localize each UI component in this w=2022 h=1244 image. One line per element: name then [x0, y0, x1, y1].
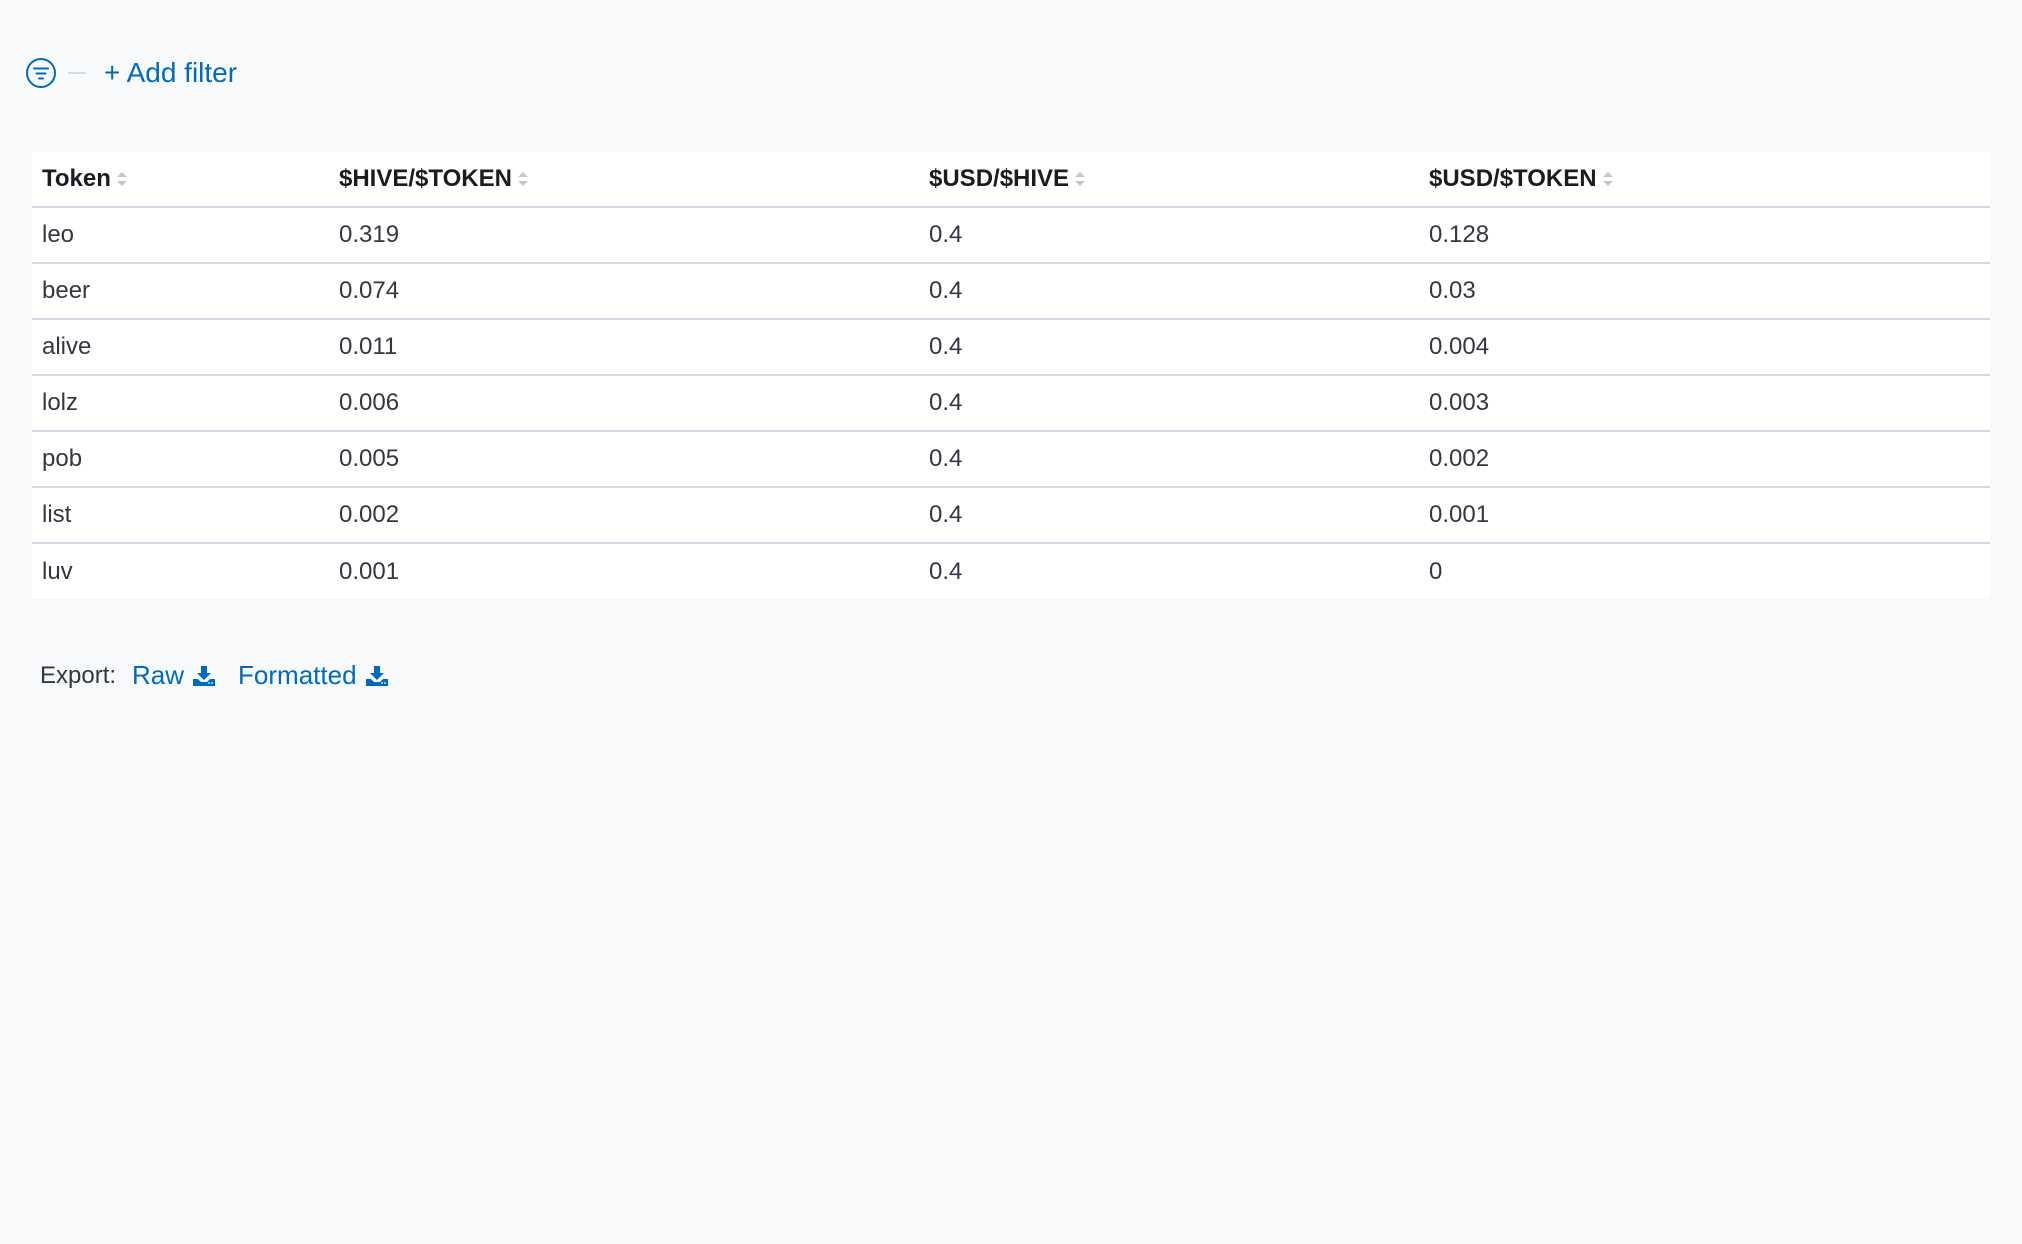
table-cell: 0.4 [919, 375, 1419, 432]
table-cell: alive [32, 319, 329, 376]
column-header-usd-token[interactable]: $USD/$TOKEN [1419, 152, 1990, 208]
table-cell: 0.011 [329, 319, 919, 376]
table-cell: luv [42, 557, 73, 585]
table-cell: 0.001 [1419, 487, 1990, 544]
export-formatted-button[interactable]: Formatted [238, 660, 389, 691]
column-header-hive-token[interactable]: $HIVE/$TOKEN [329, 152, 919, 208]
table-cell: 0.4 [919, 263, 1419, 320]
export-label: Export: [40, 661, 117, 689]
table-cell: 0.4 [919, 487, 1419, 544]
table-cell: list [32, 487, 329, 544]
export-formatted-label: Formatted [238, 660, 357, 690]
export-bar: Export: Raw Formatted [40, 660, 411, 691]
table-row: lolz 0.006 0.4 0.003 [32, 375, 1990, 432]
table-row: alive 0.011 0.4 0.004 [32, 319, 1990, 376]
sort-icon [116, 172, 127, 186]
table-cell: 0.001 [339, 557, 400, 585]
table-cell: 0.4 [919, 431, 1419, 488]
table-cell: 0.4 [919, 207, 1419, 264]
table-header-row: Token $HIVE/$TOKEN $USD/$HIVE $USD/$TOKE… [32, 152, 1990, 208]
table-cell: 0.074 [329, 263, 919, 320]
export-raw-button[interactable]: Raw [132, 660, 216, 691]
column-header-label: Token [42, 165, 111, 192]
column-header-label: $USD/$HIVE [929, 165, 1070, 192]
table-cell: 0.319 [329, 207, 919, 264]
column-header-usd-hive[interactable]: $USD/$HIVE [919, 152, 1419, 208]
table-cell: leo [32, 207, 329, 264]
column-header-label: $USD/$TOKEN [1429, 165, 1597, 192]
column-header-label: $HIVE/$TOKEN [339, 165, 512, 192]
table-cell: lolz [32, 375, 329, 432]
table-cell: 0.006 [329, 375, 919, 432]
table-cell: 0.005 [329, 431, 919, 488]
table-cell: 0.002 [1419, 431, 1990, 488]
table-cell: 0.004 [1419, 319, 1990, 376]
data-table: Token $HIVE/$TOKEN $USD/$HIVE $USD/$TOKE… [32, 152, 1990, 599]
table-cell: 0.003 [1419, 375, 1990, 432]
table-cell: beer [32, 263, 329, 320]
sort-icon [1602, 172, 1613, 186]
table-row: list 0.002 0.4 0.001 [32, 487, 1990, 544]
column-header-token[interactable]: Token [32, 152, 329, 208]
table-cell: pob [32, 431, 329, 488]
filter-bar: + Add filter [24, 54, 237, 92]
download-icon [365, 665, 388, 686]
sort-icon [1075, 172, 1086, 186]
table-cell: 0.002 [329, 487, 919, 544]
table-cell: 0.4 [919, 319, 1419, 376]
filter-separator [68, 72, 86, 74]
sort-icon [517, 172, 528, 186]
table-cell: 0.128 [1419, 207, 1990, 264]
add-filter-button[interactable]: + Add filter [104, 57, 237, 89]
download-icon [193, 665, 216, 686]
export-raw-label: Raw [132, 660, 185, 690]
table-row: pob 0.005 0.4 0.002 [32, 431, 1990, 488]
table-row: luv 0.001 0.4 0 [32, 543, 1990, 599]
table-cell: 0.03 [1419, 263, 1990, 320]
filter-icon[interactable] [24, 56, 58, 90]
table-cell: 0 [1429, 557, 1443, 585]
table-row: leo 0.319 0.4 0.128 [32, 207, 1990, 264]
table-row: beer 0.074 0.4 0.03 [32, 263, 1990, 320]
table-cell: 0.4 [929, 557, 963, 585]
